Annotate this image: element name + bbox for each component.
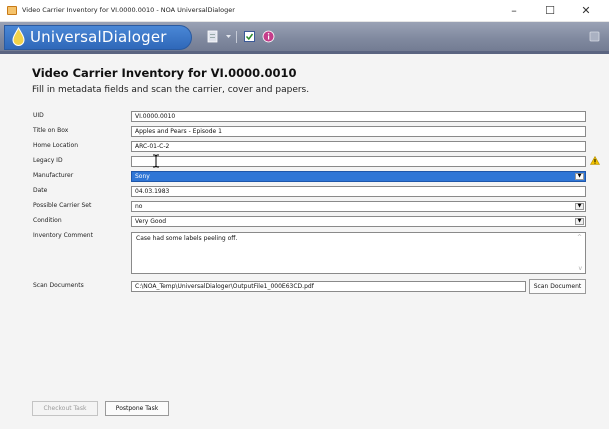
title-on-box-label: Title on Box — [33, 127, 69, 134]
scan-documents-label: Scan Documents — [33, 282, 84, 289]
date-label: Date — [33, 187, 48, 194]
ribbon-separator — [236, 31, 237, 43]
app-name: UniversalDialoger — [30, 28, 167, 46]
checkbox-icon[interactable] — [243, 30, 256, 43]
manufacturer-dropdown[interactable]: Sony ▼ — [131, 171, 586, 182]
maximize-button[interactable]: ☐ — [532, 1, 568, 21]
possible-carrier-set-label: Possible Carrier Set — [33, 202, 92, 209]
possible-carrier-set-value: no — [135, 203, 143, 210]
page-subtitle: Fill in metadata fields and scan the car… — [32, 85, 310, 95]
inventory-comment-value: Case had some labels peeling off. — [136, 235, 238, 242]
close-button[interactable]: ✕ — [568, 1, 604, 21]
inventory-comment-label: Inventory Comment — [33, 232, 93, 239]
window-title: Video Carrier Inventory for VI.0000.0010… — [22, 6, 235, 14]
condition-dropdown[interactable]: Very Good ▼ — [131, 216, 586, 227]
date-field[interactable]: 04.03.1983 — [131, 186, 586, 197]
legacy-id-field[interactable] — [131, 156, 586, 167]
manufacturer-value: Sony — [135, 173, 150, 180]
chevron-down-icon[interactable]: ▼ — [575, 173, 584, 180]
settings-icon[interactable] — [588, 30, 601, 43]
page-title: Video Carrier Inventory for VI.0000.0010 — [32, 66, 297, 80]
scan-document-button[interactable]: Scan Document — [529, 279, 586, 294]
app-icon — [7, 6, 17, 15]
uid-label: UID — [33, 112, 44, 119]
droplet-logo-icon — [12, 27, 25, 46]
condition-value: Very Good — [135, 218, 167, 225]
home-location-field[interactable]: ARC-01-C-2 — [131, 141, 586, 152]
legacy-id-label: Legacy ID — [33, 157, 63, 164]
minimize-button[interactable]: – — [496, 1, 532, 21]
home-location-label: Home Location — [33, 142, 79, 149]
chevron-down-icon[interactable]: ▼ — [575, 218, 584, 225]
condition-label: Condition — [33, 217, 62, 224]
dropdown-arrow-icon[interactable] — [222, 30, 235, 43]
scroll-up-icon[interactable]: ^ — [577, 234, 582, 241]
uid-field[interactable]: VI.0000.0010 — [131, 111, 586, 122]
checkout-task-button[interactable]: Checkout Task — [32, 401, 98, 416]
window-titlebar: Video Carrier Inventory for VI.0000.0010… — [0, 0, 609, 22]
scan-documents-path-field[interactable]: C:\NOA_Temp\UniversalDialoger\OutputFile… — [131, 281, 526, 292]
postpone-task-button[interactable]: Postpone Task — [105, 401, 169, 416]
chevron-down-icon[interactable]: ▼ — [575, 203, 584, 210]
scroll-down-icon[interactable]: v — [578, 265, 582, 272]
warning-icon — [590, 156, 600, 165]
title-on-box-field[interactable]: Apples and Pears - Episode 1 — [131, 126, 586, 137]
text-cursor-icon — [153, 154, 159, 168]
manufacturer-label: Manufacturer — [33, 172, 74, 179]
inventory-comment-textarea[interactable]: Case had some labels peeling off. ^ v — [131, 232, 586, 274]
info-icon[interactable] — [262, 30, 275, 43]
possible-carrier-set-dropdown[interactable]: no ▼ — [131, 201, 586, 212]
document-icon[interactable] — [206, 30, 219, 43]
